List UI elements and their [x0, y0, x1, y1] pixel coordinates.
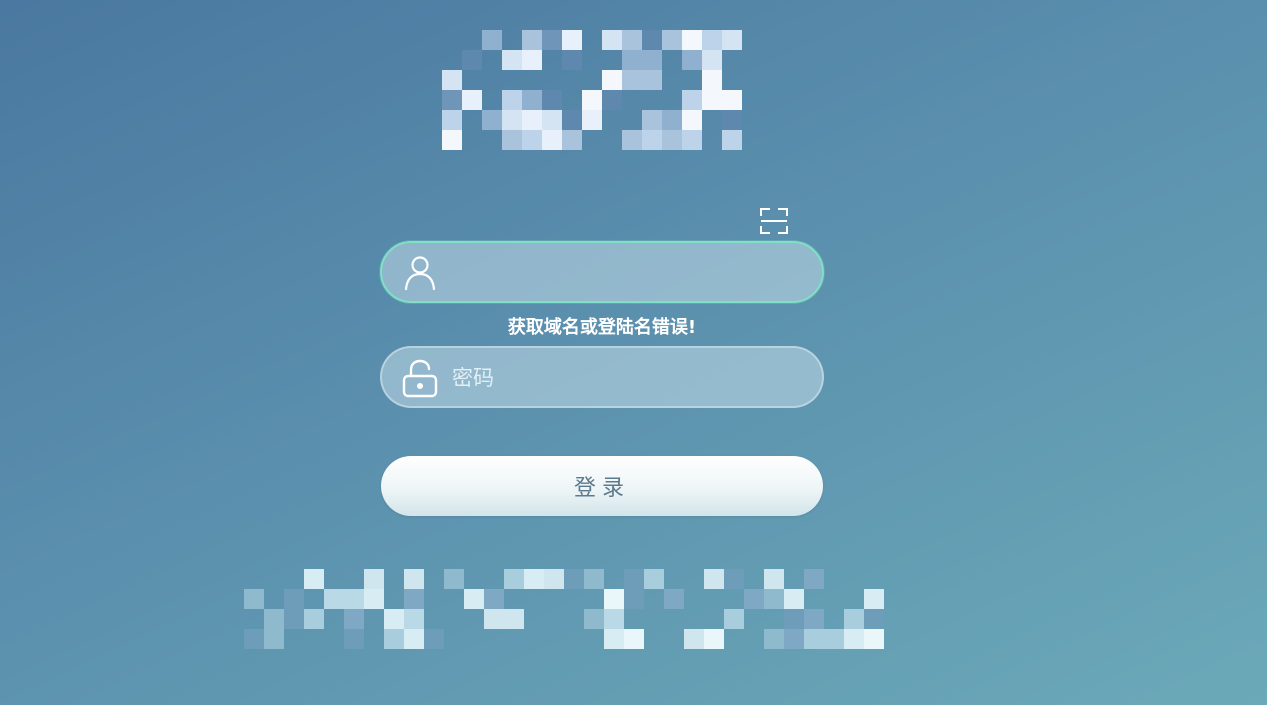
scan-button[interactable]: [758, 206, 790, 236]
password-input[interactable]: [450, 348, 804, 408]
login-button[interactable]: 登录: [381, 456, 823, 516]
password-field[interactable]: [380, 346, 824, 408]
footer-redacted: [244, 569, 884, 649]
username-field[interactable]: [380, 241, 824, 303]
error-message: 获取域名或登陆名错误!: [507, 317, 697, 338]
app-logo-redacted: [442, 30, 742, 150]
user-icon: [404, 256, 436, 291]
unlock-icon: [402, 359, 438, 398]
username-input[interactable]: [450, 243, 804, 303]
scan-icon: [760, 208, 788, 234]
